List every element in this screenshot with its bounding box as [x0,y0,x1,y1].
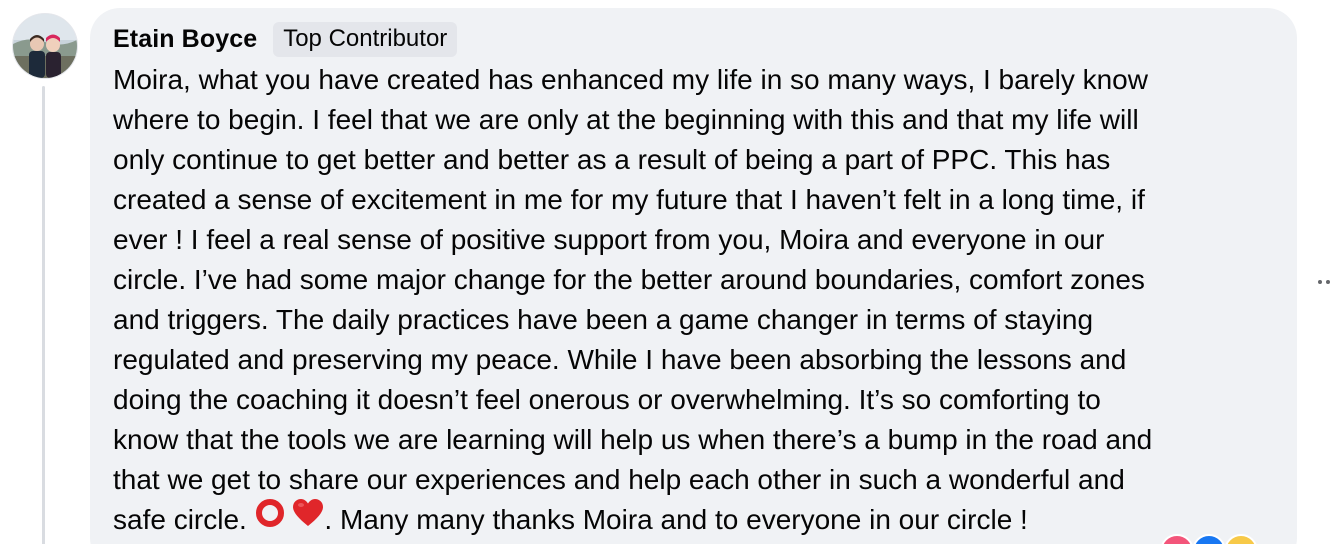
comment-line-start: safe circle. [113,504,255,535]
comment-line: created a sense of excitement in me for … [113,184,1145,215]
reaction-summary[interactable] [1160,534,1260,544]
comment-line: that we get to share our experiences and… [113,464,1125,495]
avatar-photo-icon [13,14,77,78]
comment-text: Moira, what you have created has enhance… [113,60,1288,540]
comment-last-line: safe circle. . Many many thanks Moira an… [113,498,1288,540]
dot [1326,280,1330,284]
comment-line: Moira, what you have created has enhance… [113,64,1148,95]
top-contributor-badge[interactable]: Top Contributor [273,21,458,57]
comment-header: Etain Boyce Top Contributor [113,20,458,58]
comment-line: doing the coaching it doesn’t feel onero… [113,384,1101,415]
comment-line-end: . Many many thanks Moira and to everyone… [324,504,1028,535]
comment-line: only continue to get better and better a… [113,144,1111,175]
love-reaction-icon [1160,534,1194,544]
dot [1318,280,1322,284]
thread-line [42,86,45,544]
red-heart-emoji [292,498,324,539]
comment-line: know that the tools we are learning will… [113,424,1153,455]
comment-line: where to begin. I feel that we are only … [113,104,1139,135]
author-avatar[interactable] [12,13,78,79]
comment: Etain Boyce Top Contributor Moira, what … [0,0,1334,544]
comment-line: ever ! I feel a real sense of positive s… [113,224,1105,255]
comment-line: regulated and preserving my peace. While… [113,344,1127,375]
red-circle-emoji [255,498,285,539]
care-reaction-icon [1224,534,1258,544]
comment-line: circle. I’ve had some major change for t… [113,264,1145,295]
more-options-icon[interactable] [1318,274,1334,290]
author-name[interactable]: Etain Boyce [113,25,257,54]
comment-line: and triggers. The daily practices have b… [113,304,1094,335]
like-reaction-icon [1192,534,1226,544]
